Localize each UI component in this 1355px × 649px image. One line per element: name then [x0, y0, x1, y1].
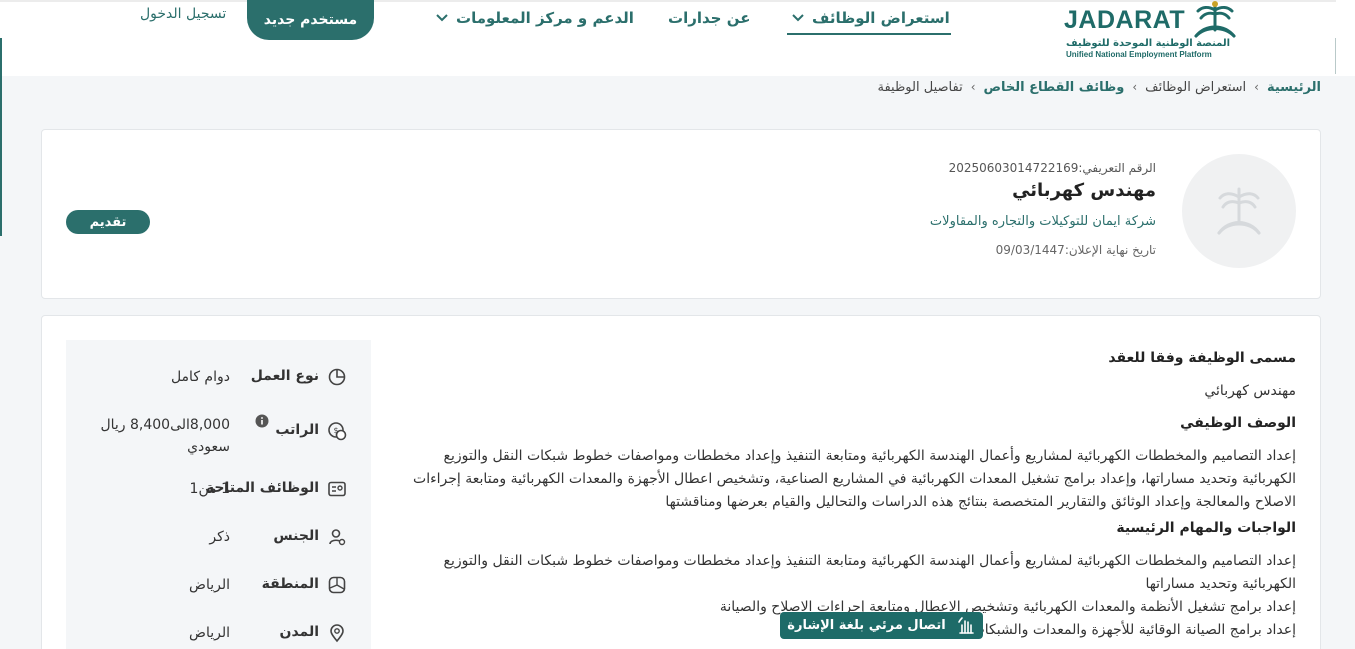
fact-region: المنطقة الرياض [66, 574, 371, 614]
top-header: JADARAT المنصة الوطنية الموحدة للتوظيف U… [0, 0, 1355, 76]
fact-cities: المدن الرياض [66, 622, 371, 649]
fact-value: 1 من1 [189, 481, 230, 497]
breadcrumb: الرئيسية › استعراض الوظائف › وظائف القطا… [877, 78, 1321, 96]
job-id: الرقم التعريفي:20250603014722169 [948, 161, 1156, 175]
gender-icon [329, 529, 346, 546]
pie-chart-icon [328, 368, 346, 386]
nav-support-label: الدعم و مركز المعلومات [456, 9, 634, 27]
jadarat-logo[interactable]: JADARAT المنصة الوطنية الموحدة للتوظيف U… [1062, 0, 1252, 66]
breadcrumb-private-sector[interactable]: وظائف القطاع الخاص [984, 80, 1125, 95]
nav-about-label: عن جدارات [668, 9, 751, 27]
company-name-link[interactable]: شركة ايمان للتوكيلات والتجاره والمقاولات [930, 214, 1156, 229]
fact-label: الراتب [275, 422, 319, 438]
nav-about[interactable]: عن جدارات [668, 6, 750, 30]
fact-label: المدن [279, 624, 319, 640]
fact-value: الرياض [189, 577, 230, 593]
breadcrumb-current: تفاصيل الوظيفة [877, 79, 963, 95]
fact-salary: $ الراتب 8,000الى8,400 ريال سعودي [66, 414, 371, 466]
ad-deadline: تاريخ نهاية الإعلان:09/03/1447 [995, 243, 1156, 257]
job-facts-panel: نوع العمل دوام كامل $ الراتب 8,000الى8,4… [66, 340, 371, 649]
description-text: إعداد التصاميم والمخططات الكهربائية لمشا… [413, 448, 1296, 510]
sign-language-label: اتصال مرئي بلغة الإشارة [787, 618, 946, 633]
fact-value: ذكر [209, 529, 230, 545]
fact-work-type: نوع العمل دوام كامل [66, 366, 371, 406]
new-user-button[interactable]: مستخدم جديد [247, 0, 374, 40]
region-icon [328, 576, 346, 594]
job-summary-card: الرقم التعريفي:20250603014722169 مهندس ك… [41, 129, 1321, 299]
duty-item: إعداد التصاميم والمخططات الكهربائية لمشا… [443, 553, 1296, 592]
fact-label: نوع العمل [250, 368, 319, 384]
logo-wordmark: JADARAT [1064, 6, 1186, 34]
nav-browse-jobs-label: استعراض الوظائف [812, 9, 950, 27]
sign-language-call-button[interactable]: اتصال مرئي بلغة الإشارة [780, 612, 983, 639]
job-details-card: مسمى الوظيفة وفقا للعقد مهندس كهربائي ال… [41, 315, 1321, 649]
palm-swords-emblem-icon [1194, 1, 1236, 38]
contract-title-heading: مسمى الوظيفة وفقا للعقد [1108, 350, 1296, 366]
logo-arabic-tagline: المنصة الوطنية الموحدة للتوظيف [1066, 38, 1231, 49]
id-card-icon [328, 481, 346, 497]
breadcrumb-browse[interactable]: استعراض الوظائف [1145, 80, 1246, 95]
job-description-section: مسمى الوظيفة وفقا للعقد مهندس كهربائي ال… [386, 350, 1296, 642]
fact-label: الجنس [273, 528, 319, 544]
fact-available-jobs: الوظائف المتاحة 1 من1 [66, 478, 371, 518]
fact-gender: الجنس ذكر [66, 526, 371, 566]
fact-value: دوام كامل [170, 369, 230, 385]
nav-support[interactable]: الدعم و مركز المعلومات [436, 6, 634, 30]
page-edge-line [0, 38, 2, 236]
breadcrumb-home[interactable]: الرئيسية [1267, 80, 1321, 95]
contract-title-value: مهندس كهربائي [1204, 383, 1296, 399]
info-icon[interactable] [255, 414, 269, 428]
duties-heading: الواجبات والمهام الرئيسية [1116, 520, 1296, 536]
logo-english-tagline: Unified National Employment Platform [1066, 50, 1212, 59]
company-logo-placeholder [1182, 154, 1296, 268]
fact-value: الرياض [189, 625, 230, 641]
money-icon: $ [328, 422, 347, 441]
breadcrumb-separator-icon: › [1254, 80, 1259, 94]
apply-button[interactable]: تقديم [66, 210, 150, 234]
emblem-placeholder-icon [1217, 187, 1261, 235]
chevron-down-icon [436, 14, 448, 22]
chevron-down-icon [792, 14, 804, 22]
login-link[interactable]: تسجيل الدخول [140, 6, 240, 28]
sign-language-icon [957, 616, 974, 634]
description-heading: الوصف الوظيفي [1180, 415, 1296, 431]
header-edge-line [1335, 38, 1336, 74]
fact-label: المنطقة [261, 576, 319, 592]
nav-active-indicator [787, 33, 951, 35]
svg-text:$: $ [333, 426, 338, 435]
breadcrumb-separator-icon: › [1132, 80, 1138, 94]
fact-value: 8,000الى8,400 ريال سعودي [100, 417, 230, 455]
breadcrumb-separator-icon: › [970, 80, 976, 94]
job-title: مهندس كهربائي [1012, 180, 1156, 201]
location-pin-icon [330, 624, 344, 643]
nav-browse-jobs[interactable]: استعراض الوظائف [792, 6, 950, 30]
